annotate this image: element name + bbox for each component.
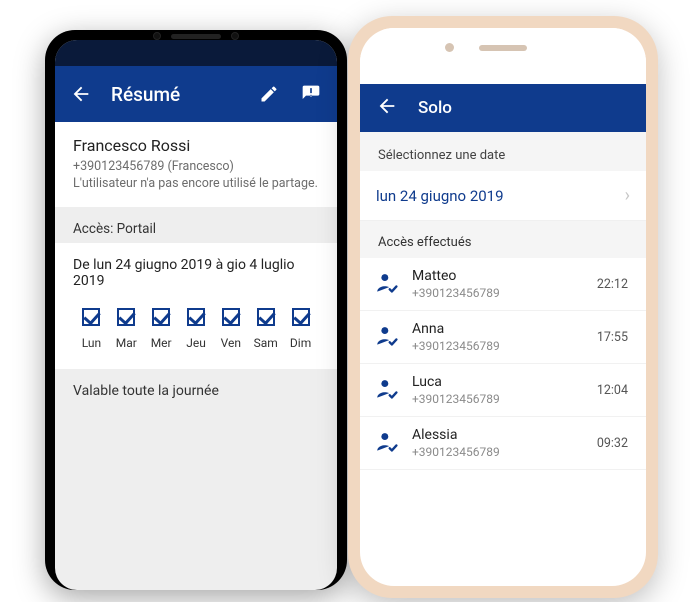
comment-icon[interactable] [299, 82, 323, 106]
check-icon [82, 308, 100, 326]
access-list: Matteo +390123456789 22:12 Anna +3901234… [360, 258, 646, 470]
appbar-solo: Solo [360, 84, 646, 132]
day-sam[interactable]: Sam [248, 308, 283, 350]
user-check-icon [374, 429, 402, 457]
phone-left-speaker [153, 29, 239, 40]
entry-phone: +390123456789 [412, 392, 597, 406]
back-icon[interactable] [376, 95, 398, 121]
entry-time: 22:12 [597, 277, 628, 292]
entry-phone: +390123456789 [412, 445, 597, 459]
entry-name: Luca [412, 374, 597, 390]
access-list-title: Accès effectués [360, 221, 646, 258]
user-check-icon [374, 323, 402, 351]
entry-name: Matteo [412, 268, 597, 284]
validity-note: Valable toute la journée [55, 369, 337, 413]
check-icon [257, 308, 275, 326]
access-title: Accès: Portail [55, 207, 337, 243]
entry-name: Anna [412, 321, 597, 337]
appbar-title: Résumé [111, 83, 239, 106]
days-row: Lun Mar Mer Jeu Ven Sam Dim [73, 307, 319, 351]
appbar-resume: Résumé [55, 66, 337, 122]
entry-time: 09:32 [597, 436, 628, 451]
list-item[interactable]: Luca +390123456789 12:04 [360, 364, 646, 417]
day-mer[interactable]: Mer [144, 308, 179, 350]
entry-time: 12:04 [597, 383, 628, 398]
edit-icon[interactable] [257, 82, 281, 106]
date-prompt-label: Sélectionnez une date [360, 132, 646, 171]
selected-date-row[interactable]: lun 24 giugno 2019 › [360, 171, 646, 221]
entry-phone: +390123456789 [412, 286, 597, 300]
check-icon [152, 308, 170, 326]
user-check-icon [374, 376, 402, 404]
user-card: Francesco Rossi +390123456789 (Francesco… [55, 122, 337, 207]
selected-date-text: lun 24 giugno 2019 [376, 187, 504, 205]
check-icon [222, 308, 240, 326]
user-name: Francesco Rossi [73, 136, 319, 155]
phone-right-frame: Solo Sélectionnez une date lun 24 giugno… [348, 16, 658, 598]
user-check-icon [374, 270, 402, 298]
day-dim[interactable]: Dim [283, 308, 318, 350]
entry-name: Alessia [412, 427, 597, 443]
list-item[interactable]: Matteo +390123456789 22:12 [360, 258, 646, 311]
date-range: De lun 24 giugno 2019 à gio 4 luglio 201… [73, 257, 319, 289]
day-mar[interactable]: Mar [109, 308, 144, 350]
appbar-title: Solo [418, 98, 452, 118]
access-block: De lun 24 giugno 2019 à gio 4 luglio 201… [55, 243, 337, 369]
phone-left-frame: Résumé Francesco Rossi +390123456789 (Fr… [45, 30, 347, 590]
chevron-right-icon: › [625, 185, 630, 206]
day-ven[interactable]: Ven [213, 308, 248, 350]
back-icon[interactable] [69, 82, 93, 106]
day-jeu[interactable]: Jeu [179, 308, 214, 350]
check-icon [292, 308, 310, 326]
status-bar [55, 40, 337, 66]
list-item[interactable]: Anna +390123456789 17:55 [360, 311, 646, 364]
iphone-top-bezel [360, 28, 646, 84]
entry-phone: +390123456789 [412, 339, 597, 353]
check-icon [187, 308, 205, 326]
user-phone: +390123456789 (Francesco) [73, 159, 319, 174]
user-note: L'utilisateur n'a pas encore utilisé le … [73, 176, 319, 191]
check-icon [117, 308, 135, 326]
entry-time: 17:55 [597, 330, 628, 345]
list-item[interactable]: Alessia +390123456789 09:32 [360, 417, 646, 470]
day-lun[interactable]: Lun [74, 308, 109, 350]
